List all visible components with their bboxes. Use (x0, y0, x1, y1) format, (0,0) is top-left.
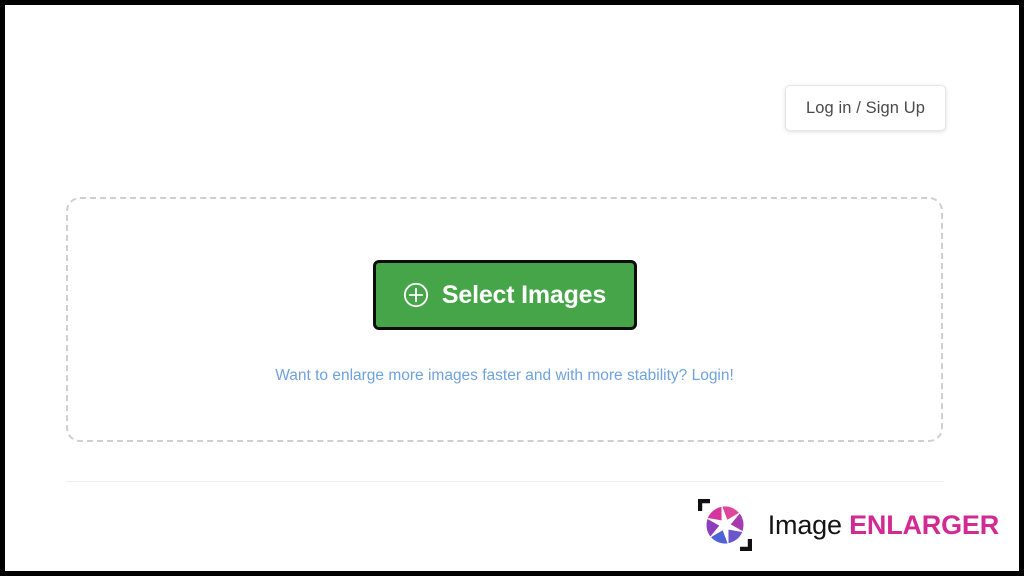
footer-divider (66, 481, 944, 482)
dropzone-content: Select Images Want to enlarge more image… (68, 199, 941, 440)
select-images-label: Select Images (441, 280, 607, 309)
browser-page-frame: Log in / Sign Up Select Images Want to e… (0, 0, 1024, 576)
brand-logo: Image ENLARGER (696, 497, 999, 553)
page-canvas: Log in / Sign Up Select Images Want to e… (5, 5, 1019, 571)
circle-plus-icon (403, 282, 428, 308)
upload-dropzone[interactable]: Select Images Want to enlarge more image… (66, 197, 943, 442)
upgrade-login-link[interactable]: Want to enlarge more images faster and w… (275, 366, 734, 385)
brand-wordmark: Image ENLARGER (767, 509, 999, 540)
brand-word-enlarger: ENLARGER (849, 509, 999, 540)
camera-aperture-icon (697, 499, 752, 551)
brand-word-image: Image (767, 509, 842, 540)
footer-bar: Image ENLARGER (5, 491, 1019, 566)
header-bar: Log in / Sign Up (5, 5, 1019, 155)
select-images-button[interactable]: Select Images (372, 260, 637, 330)
login-signup-button[interactable]: Log in / Sign Up (784, 85, 946, 131)
